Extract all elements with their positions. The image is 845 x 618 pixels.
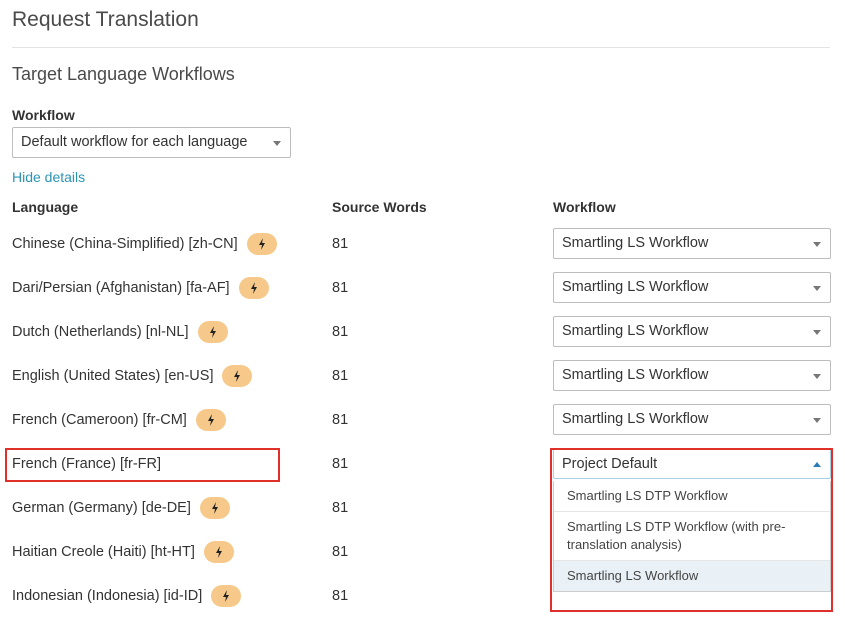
language-name: English (United States) [en-US] (12, 368, 214, 384)
language-name: French (Cameroon) [fr-CM] (12, 412, 187, 428)
table-row: French (France) [fr-FR] 81 Project Default (0, 442, 845, 486)
row-workflow-value: Smartling LS Workflow (562, 323, 709, 339)
source-words-cell: 81 (332, 280, 349, 296)
caret-down-icon (273, 141, 281, 146)
lightning-bolt-icon[interactable] (211, 585, 242, 607)
column-header-language: Language (12, 199, 79, 215)
row-workflow-select[interactable]: Smartling LS Workflow (553, 272, 831, 303)
section-title: Target Language Workflows (12, 64, 235, 84)
dropdown-option[interactable]: Smartling LS DTP Workflow (554, 481, 830, 512)
row-workflow-value: Project Default (562, 456, 658, 472)
table-row: English (United States) [en-US] 81 Smartli… (0, 354, 845, 398)
language-cell: French (France) [fr-FR] (12, 442, 161, 486)
source-words-cell: 81 (332, 412, 349, 428)
lightning-bolt-icon[interactable] (246, 233, 277, 255)
row-workflow-select[interactable]: Smartling LS Workflow (553, 316, 831, 347)
header-divider (12, 47, 830, 48)
language-name: Haitian Creole (Haiti) [ht-HT] (12, 544, 195, 560)
dropdown-option-highlighted[interactable]: Smartling LS Workflow (554, 561, 830, 591)
row-workflow-value: Smartling LS Workflow (562, 279, 709, 295)
language-cell: Indonesian (Indonesia) [id-ID] (12, 574, 242, 618)
row-workflow-select[interactable]: Project Default (553, 448, 831, 479)
language-name: Dari/Persian (Afghanistan) [fa-AF] (12, 280, 230, 296)
caret-down-icon (813, 374, 821, 379)
language-cell: Chinese (China-Simplified) [zh-CN] (12, 222, 277, 266)
column-header-workflow: Workflow (553, 199, 616, 215)
row-workflow-select[interactable]: Smartling LS Workflow (553, 228, 831, 259)
caret-up-icon (813, 462, 821, 467)
language-name: Indonesian (Indonesia) [id-ID] (12, 588, 203, 604)
row-workflow-select[interactable]: Smartling LS Workflow (553, 360, 831, 391)
source-words-cell: 81 (332, 500, 349, 516)
workflow-label: Workflow (12, 107, 75, 123)
table-row: Chinese (China-Simplified) [zh-CN] 81 Smar… (0, 222, 845, 266)
row-workflow-select[interactable]: Smartling LS Workflow (553, 404, 831, 435)
hide-details-link[interactable]: Hide details (12, 169, 85, 185)
lightning-bolt-icon[interactable] (199, 497, 230, 519)
source-words-cell: 81 (332, 588, 349, 604)
workflow-dropdown-menu: Smartling LS DTP Workflow Smartling LS D… (553, 481, 831, 592)
caret-down-icon (813, 330, 821, 335)
language-cell: French (Cameroon) [fr-CM] (12, 398, 226, 442)
source-words-cell: 81 (332, 368, 349, 384)
workflow-select[interactable]: Default workflow for each language (12, 127, 291, 158)
language-cell: Dutch (Netherlands) [nl-NL] (12, 310, 228, 354)
lightning-bolt-icon[interactable] (203, 541, 234, 563)
caret-down-icon (813, 242, 821, 247)
lightning-bolt-icon[interactable] (197, 321, 228, 343)
lightning-bolt-icon[interactable] (195, 409, 226, 431)
source-words-cell: 81 (332, 544, 349, 560)
language-name: French (France) [fr-FR] (12, 456, 162, 472)
source-words-cell: 81 (332, 456, 349, 472)
column-header-source-words: Source Words (332, 199, 427, 215)
language-cell: English (United States) [en-US] (12, 354, 253, 398)
source-words-cell: 81 (332, 236, 349, 252)
row-workflow-value: Smartling LS Workflow (562, 411, 709, 427)
workflow-select-value: Default workflow for each language (21, 134, 248, 150)
language-cell: Haitian Creole (Haiti) [ht-HT] (12, 530, 234, 574)
language-name: German (Germany) [de-DE] (12, 500, 191, 516)
row-workflow-value: Smartling LS Workflow (562, 367, 709, 383)
lightning-bolt-icon[interactable] (222, 365, 253, 387)
language-cell: German (Germany) [de-DE] (12, 486, 230, 530)
table-row: French (Cameroon) [fr-CM] 81 Smartling LS … (0, 398, 845, 442)
table-row: Dutch (Netherlands) [nl-NL] 81 Smartling L… (0, 310, 845, 354)
language-cell: Dari/Persian (Afghanistan) [fa-AF] (12, 266, 269, 310)
language-name: Dutch (Netherlands) [nl-NL] (12, 324, 189, 340)
row-workflow-value: Smartling LS Workflow (562, 235, 709, 251)
lightning-bolt-icon[interactable] (238, 277, 269, 299)
table-row: Dari/Persian (Afghanistan) [fa-AF] 81 Smar… (0, 266, 845, 310)
dropdown-option[interactable]: Smartling LS DTP Workflow (with pre-tran… (554, 512, 830, 561)
source-words-cell: 81 (332, 324, 349, 340)
language-name: Chinese (China-Simplified) [zh-CN] (12, 236, 238, 252)
page-title: Request Translation (12, 8, 199, 31)
caret-down-icon (813, 418, 821, 423)
caret-down-icon (813, 286, 821, 291)
